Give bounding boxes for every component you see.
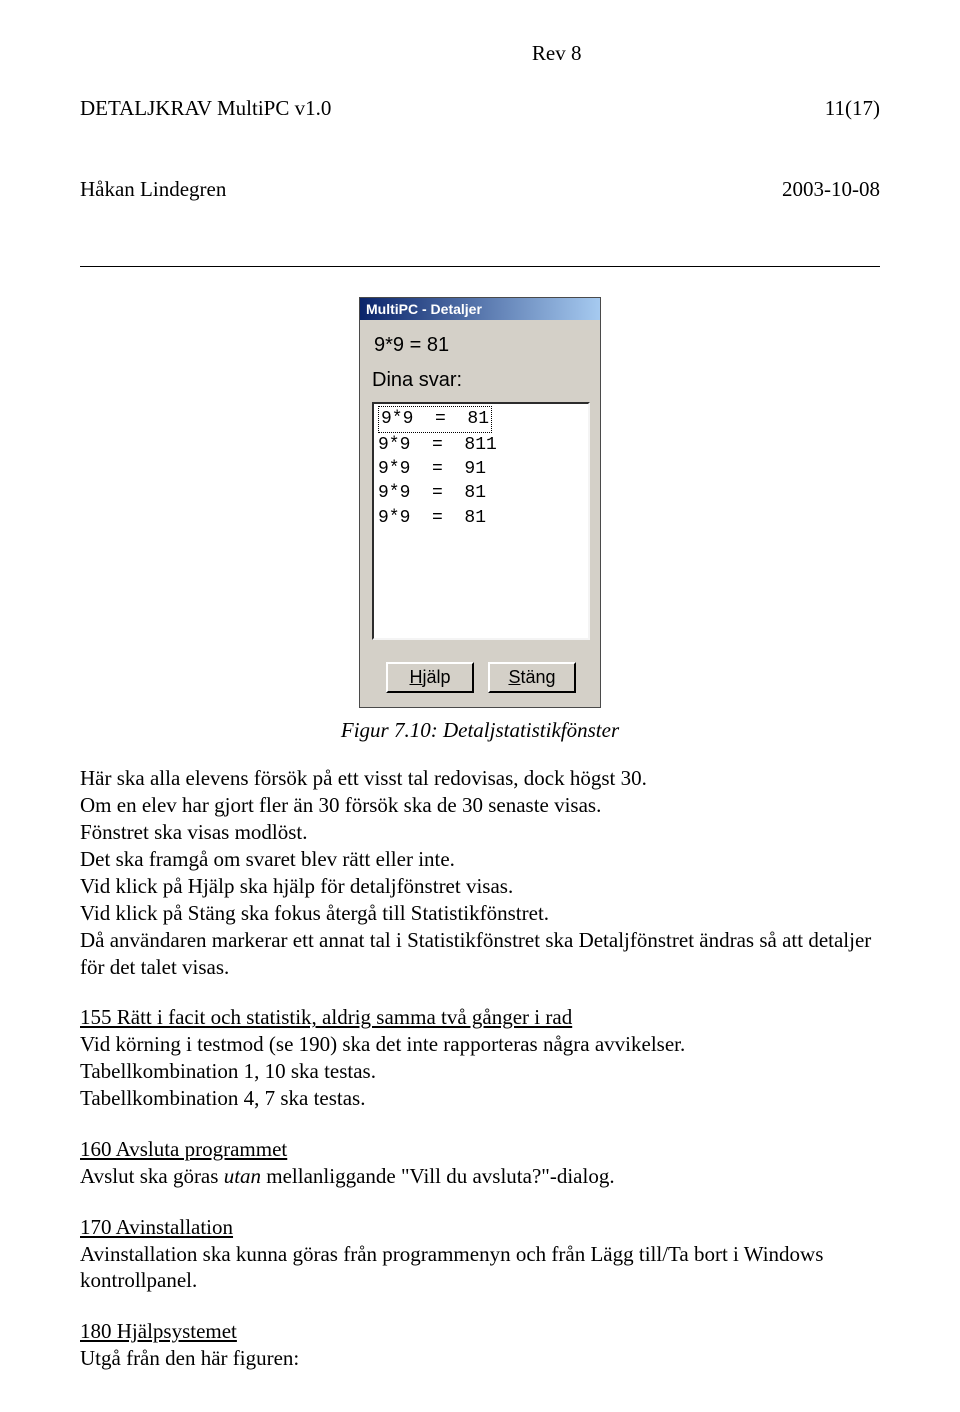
current-equation: 9*9 = 81	[374, 334, 590, 357]
list-item[interactable]: 9*9 = 811	[378, 433, 584, 457]
dialog-titlebar[interactable]: MultiPC - Detaljer	[360, 298, 600, 320]
paragraph-intro: Här ska alla elevens försök på ett visst…	[80, 765, 880, 980]
detail-dialog: MultiPC - Detaljer 9*9 = 81 Dina svar: 9…	[359, 297, 601, 708]
dialog-title: MultiPC - Detaljer	[366, 301, 482, 317]
section-155: 155 Rätt i facit och statistik, aldrig s…	[80, 1004, 880, 1112]
section-170: 170 Avinstallation Avinstallation ska ku…	[80, 1214, 880, 1295]
list-item[interactable]: 9*9 = 91	[378, 457, 584, 481]
section-title: 160 Avsluta programmet	[80, 1137, 287, 1161]
author: Håkan Lindegren	[80, 176, 331, 203]
doc-title: DETALJKRAV MultiPC v1.0	[80, 95, 331, 122]
section-180: 180 Hjälpsystemet Utgå från den här figu…	[80, 1318, 880, 1372]
section-title: 180 Hjälpsystemet	[80, 1319, 237, 1343]
section-title: 170 Avinstallation	[80, 1215, 233, 1239]
list-item[interactable]: 9*9 = 81	[378, 506, 584, 530]
answers-label: Dina svar:	[372, 369, 590, 392]
page-number: 11(17)	[782, 95, 880, 122]
answers-listbox[interactable]: 9*9 = 81 9*9 = 811 9*9 = 91 9*9 = 81 9*9…	[372, 402, 590, 640]
header-rule	[80, 266, 880, 267]
help-button[interactable]: Hjälp	[386, 662, 474, 693]
revision: Rev 8	[532, 40, 582, 258]
page-header: DETALJKRAV MultiPC v1.0 Håkan Lindegren …	[80, 40, 880, 258]
section-160: 160 Avsluta programmet Avslut ska göras …	[80, 1136, 880, 1190]
doc-date: 2003-10-08	[782, 176, 880, 203]
list-item[interactable]: 9*9 = 81	[378, 406, 492, 432]
section-title: 155 Rätt i facit och statistik, aldrig s…	[80, 1005, 572, 1029]
figure-caption: Figur 7.10: Detaljstatistikfönster	[80, 718, 880, 743]
list-item[interactable]: 9*9 = 81	[378, 481, 584, 505]
close-button[interactable]: Stäng	[488, 662, 576, 693]
